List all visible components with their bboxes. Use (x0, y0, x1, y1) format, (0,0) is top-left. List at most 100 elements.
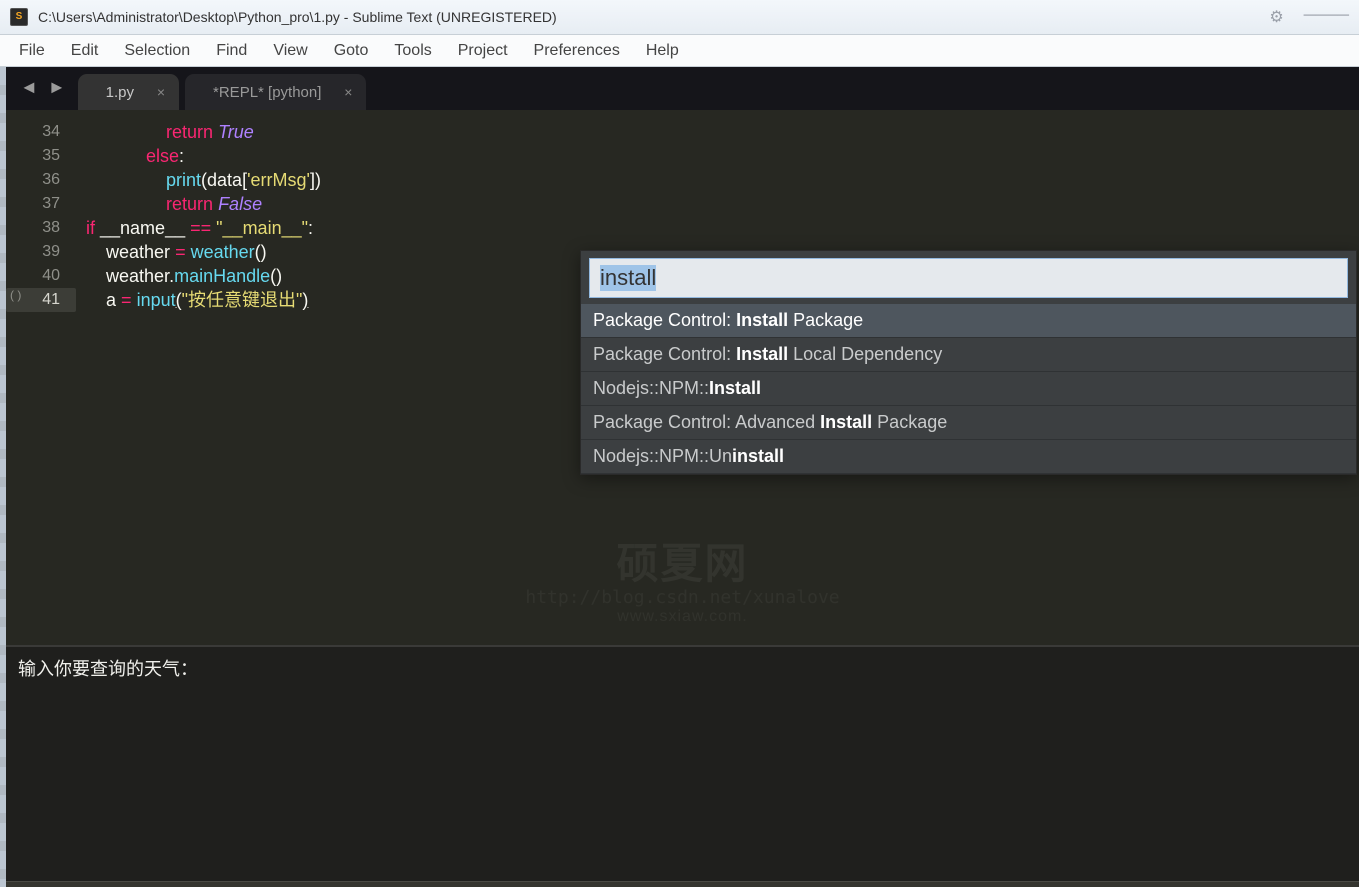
line-number: 37 (42, 195, 60, 212)
command-palette: Package Control: Install Package Package… (580, 250, 1357, 475)
keyword: return (166, 122, 213, 142)
repl-prompt-text: 输入你要查询的天气： (18, 659, 198, 679)
literal: False (218, 194, 262, 214)
line-number: 39 (42, 243, 60, 260)
punct: () (270, 266, 282, 286)
nav-back-icon[interactable]: ◄ (20, 77, 38, 98)
indent (86, 146, 146, 166)
literal: True (218, 122, 254, 142)
close-icon[interactable]: × (344, 84, 352, 100)
window-controls: ⚙ ──── (1269, 7, 1349, 27)
menu-goto[interactable]: Goto (323, 39, 380, 63)
punct: ) (302, 290, 308, 310)
punct: : (179, 146, 184, 166)
method: mainHandle (174, 266, 270, 286)
palette-item-match: Install (736, 344, 788, 364)
string: 'errMsg' (247, 170, 310, 190)
menu-help[interactable]: Help (635, 39, 690, 63)
line-number: 40 (42, 267, 60, 284)
palette-item[interactable]: Package Control: Advanced Install Packag… (581, 406, 1356, 440)
palette-item-pre: Package Control: Advanced (593, 412, 820, 432)
operator: = (175, 242, 186, 262)
close-icon[interactable]: × (157, 84, 165, 100)
punct: : (308, 218, 313, 238)
keyword: if (86, 218, 95, 238)
indent (86, 266, 106, 286)
status-bar (6, 881, 1359, 887)
palette-item[interactable]: Nodejs::NPM::Uninstall (581, 440, 1356, 474)
menu-preferences[interactable]: Preferences (523, 39, 631, 63)
menu-file[interactable]: File (8, 39, 56, 63)
palette-item-pre: Nodejs::NPM:: (593, 378, 709, 398)
editor-chrome: ◄ ► 1.py × *REPL* [python] × ( ) 34 35 3… (6, 67, 1359, 887)
window-titlebar: S C:\Users\Administrator\Desktop\Python_… (0, 0, 1359, 35)
tab-label: *REPL* [python] (213, 84, 321, 101)
string: "按任意键退出" (182, 290, 303, 310)
menu-view[interactable]: View (262, 39, 318, 63)
keyword: else (146, 146, 179, 166)
identifier: data (207, 170, 242, 190)
palette-item-post: Local Dependency (788, 344, 942, 364)
line-gutter: 34 35 36 37 38 39 40 41 (6, 110, 76, 645)
indent (86, 242, 106, 262)
palette-item-pre: Nodejs::NPM::Un (593, 446, 732, 466)
repl-output-pane[interactable]: 输入你要查询的天气： (6, 645, 1359, 881)
indent (86, 290, 106, 310)
minimize-button[interactable]: ──── (1304, 7, 1349, 27)
call: weather (191, 242, 255, 262)
identifier: a (106, 290, 116, 310)
menu-edit[interactable]: Edit (60, 39, 110, 63)
builtin: print (166, 170, 201, 190)
split-panes: ( ) 34 35 36 37 38 39 40 41 return True … (6, 110, 1359, 887)
palette-item-match: Install (820, 412, 872, 432)
app-icon: S (10, 8, 28, 26)
palette-item-match: Install (709, 378, 761, 398)
line-number: 36 (42, 171, 60, 188)
indent (86, 194, 166, 214)
indent (86, 170, 166, 190)
nav-forward-icon[interactable]: ► (48, 77, 66, 98)
punct: ) (315, 170, 321, 190)
window-title: C:\Users\Administrator\Desktop\Python_pr… (38, 9, 557, 25)
tab-nav-arrows: ◄ ► (10, 71, 78, 106)
settings-icon[interactable]: ⚙ (1269, 7, 1283, 27)
menu-selection[interactable]: Selection (113, 39, 201, 63)
menu-project[interactable]: Project (447, 39, 519, 63)
editor-pane[interactable]: ( ) 34 35 36 37 38 39 40 41 return True … (6, 110, 1359, 645)
palette-item-post: Package (872, 412, 947, 432)
palette-item-post: Package (788, 310, 863, 330)
palette-item[interactable]: Package Control: Install Local Dependenc… (581, 338, 1356, 372)
operator: = (121, 290, 132, 310)
palette-item[interactable]: Nodejs::NPM::Install (581, 372, 1356, 406)
code-area[interactable]: return True else: print(data['errMsg']) … (76, 110, 321, 645)
watermark: 硕夏网 http://blog.csdn.net/xunalove www.sx… (525, 530, 839, 626)
watermark-url: http://blog.csdn.net/xunalove (525, 587, 839, 608)
tab-label: 1.py (106, 84, 134, 101)
line-number: 35 (42, 147, 60, 164)
palette-item-match: Install (736, 310, 788, 330)
menu-bar: File Edit Selection Find View Goto Tools… (0, 35, 1359, 67)
watermark-title: 硕夏网 (525, 530, 839, 591)
command-palette-input[interactable] (589, 258, 1348, 298)
punct: () (255, 242, 267, 262)
identifier: weather (106, 266, 169, 286)
indent (86, 122, 166, 142)
palette-item-pre: Package Control: (593, 344, 736, 364)
line-number: 34 (42, 123, 60, 140)
tab-repl-python[interactable]: *REPL* [python] × (185, 74, 366, 110)
tab-file-1py[interactable]: 1.py × (78, 74, 179, 110)
builtin: input (137, 290, 176, 310)
menu-tools[interactable]: Tools (383, 39, 442, 63)
palette-item[interactable]: Package Control: Install Package (581, 304, 1356, 338)
operator: == (190, 218, 211, 238)
identifier: __name__ (100, 218, 185, 238)
command-palette-list: Package Control: Install Package Package… (581, 304, 1356, 474)
palette-item-match: install (732, 446, 784, 466)
menu-find[interactable]: Find (205, 39, 258, 63)
watermark-domain: www.sxiaw.com. (525, 608, 839, 626)
string: "__main__" (216, 218, 308, 238)
palette-item-pre: Package Control: (593, 310, 736, 330)
line-number: 38 (42, 219, 60, 236)
identifier: weather (106, 242, 170, 262)
fold-marker-icon[interactable]: ( ) (10, 288, 21, 302)
